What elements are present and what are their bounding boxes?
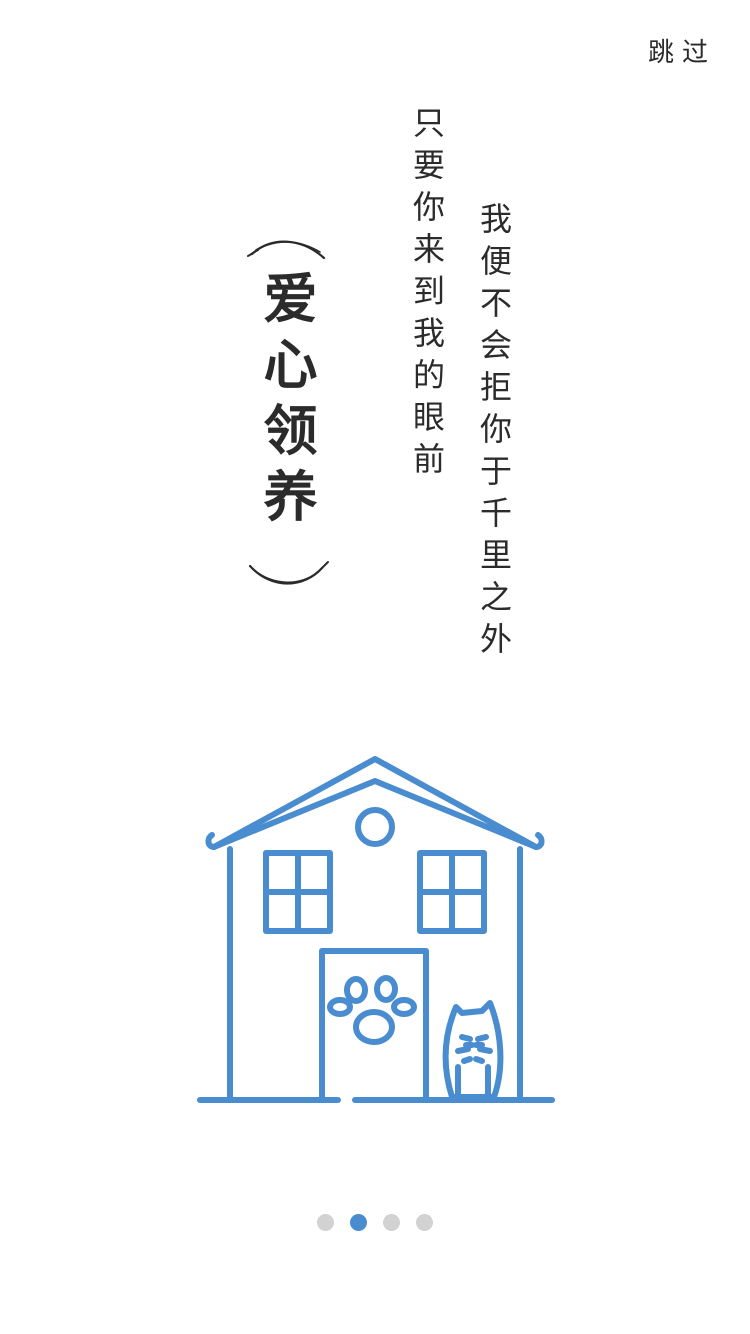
house-illustration-icon bbox=[197, 756, 555, 1103]
poem-line-1: 只要你来到我的眼前 bbox=[408, 106, 446, 484]
skip-button[interactable]: 跳过 bbox=[648, 32, 716, 69]
poem-line-2: 我便不会拒你于千里之外 bbox=[475, 202, 513, 664]
pagination-dot-4[interactable] bbox=[416, 1214, 433, 1231]
bracket-bottom-icon bbox=[248, 561, 329, 585]
page-title: 爱心领养 bbox=[254, 270, 317, 534]
pagination-dot-1[interactable] bbox=[317, 1214, 334, 1231]
bracket-top-icon bbox=[247, 240, 326, 260]
pagination-dot-3[interactable] bbox=[383, 1214, 400, 1231]
pagination-dots bbox=[0, 1214, 750, 1231]
title-block: 爱心领养 bbox=[242, 232, 332, 592]
pagination-dot-2[interactable] bbox=[350, 1214, 367, 1231]
